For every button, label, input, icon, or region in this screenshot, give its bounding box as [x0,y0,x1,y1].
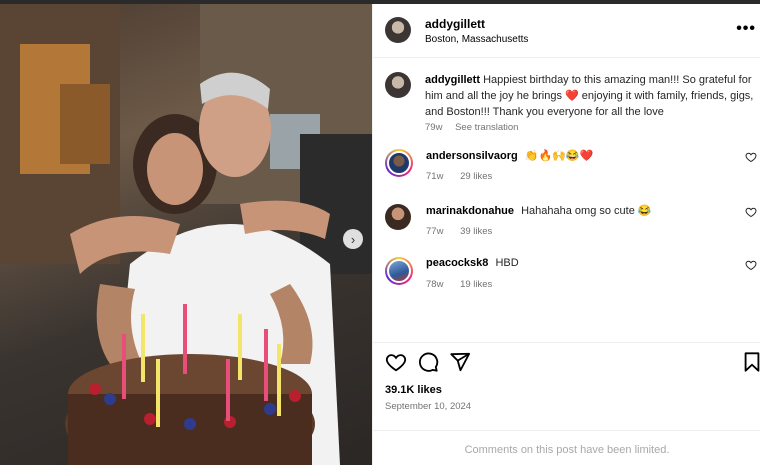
story-ring-avatar[interactable] [385,149,413,177]
comment-meta: 78w 19 likes [426,279,506,290]
caption-age: 79w [425,122,443,133]
bookmark-icon[interactable] [741,351,760,373]
comment-likes[interactable]: 29 likes [460,171,492,182]
comment-item: marinakdonahue Hahahaha omg so cute 😂 77… [385,204,757,248]
comment-meta: 77w 39 likes [426,226,506,237]
post-photo-illustration [0,4,372,465]
comment-icon[interactable] [417,351,439,373]
comment-text: andersonsilvaorg 👏🔥🙌😂❤️ [426,149,593,162]
comment-like-heart-icon[interactable] [745,259,757,271]
heart-icon[interactable] [385,351,407,373]
comment-username[interactable]: andersonsilvaorg [426,150,518,162]
comment-username[interactable]: marinakdonahue [426,205,514,217]
chevron-right-icon: › [350,231,356,247]
post-location[interactable]: Boston, Massachusetts [425,34,528,45]
post-photo[interactable]: › [0,4,372,465]
comment-text: peacocksk8 HBD [426,257,519,269]
comments-limited-notice: Comments on this post have been limited. [373,430,760,456]
comment-body: Hahahaha omg so cute 😂 [521,205,652,217]
caption-text: addygillett Happiest birthday to this am… [425,72,755,120]
comment-age: 71w [426,171,444,182]
comment-body: 👏🔥🙌😂❤️ [524,150,594,162]
author-avatar[interactable] [385,17,411,43]
comment-item: peacocksk8 HBD 78w 19 likes [385,257,757,301]
post-header: addygillett Boston, Massachusetts ••• [373,4,760,58]
more-options-icon[interactable]: ••• [736,20,756,38]
comment-text: marinakdonahue Hahahaha omg so cute 😂 [426,204,652,217]
post-side-panel: addygillett Boston, Massachusetts ••• ad… [372,4,760,465]
comment-meta: 71w 29 likes [426,171,506,182]
post-action-bar [373,342,760,382]
caption-meta: 79w See translation [425,122,528,133]
comment-username[interactable]: peacocksk8 [426,257,488,269]
see-translation-link[interactable]: See translation [455,122,518,133]
comment-body: HBD [495,257,519,269]
likes-count[interactable]: 39.1K likes [385,384,442,396]
comment-age: 77w [426,226,444,237]
post-date: September 10, 2024 [385,401,472,412]
caption-avatar[interactable] [385,72,411,98]
comment-like-heart-icon[interactable] [745,151,757,163]
caption-username[interactable]: addygillett [425,74,480,86]
comment-age: 78w [426,279,444,290]
author-username[interactable]: addygillett [425,17,485,31]
comment-likes[interactable]: 19 likes [460,279,492,290]
next-photo-button[interactable]: › [343,229,363,249]
comment-avatar[interactable] [385,204,411,230]
comment-item: andersonsilvaorg 👏🔥🙌😂❤️ 71w 29 likes [385,149,757,193]
comment-likes[interactable]: 39 likes [460,226,492,237]
comment-like-heart-icon[interactable] [745,206,757,218]
send-icon[interactable] [449,351,471,373]
story-ring-avatar[interactable] [385,257,413,285]
